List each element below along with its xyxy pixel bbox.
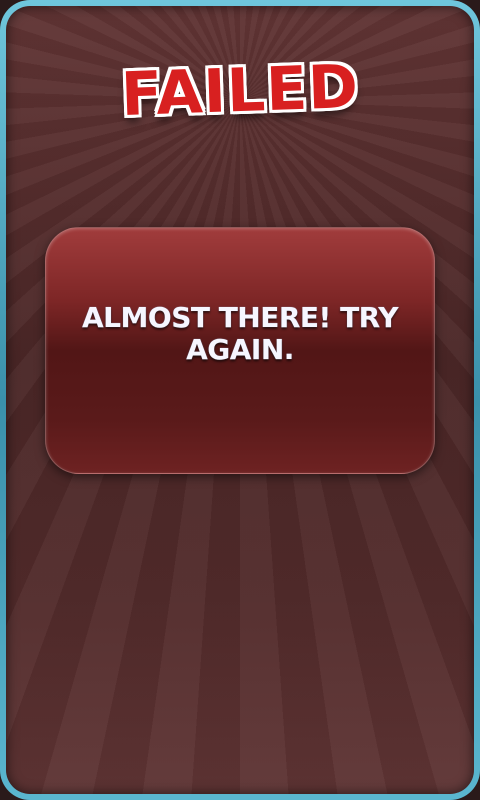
failed-title: FAILED (119, 51, 361, 131)
result-panel: FAILED ALMOST THERE! TRY AGAIN. (6, 6, 474, 794)
message-box: ALMOST THERE! TRY AGAIN. (45, 227, 435, 474)
screen-frame: FAILED ALMOST THERE! TRY AGAIN. (0, 0, 480, 800)
message-text: ALMOST THERE! TRY AGAIN. (82, 301, 398, 366)
